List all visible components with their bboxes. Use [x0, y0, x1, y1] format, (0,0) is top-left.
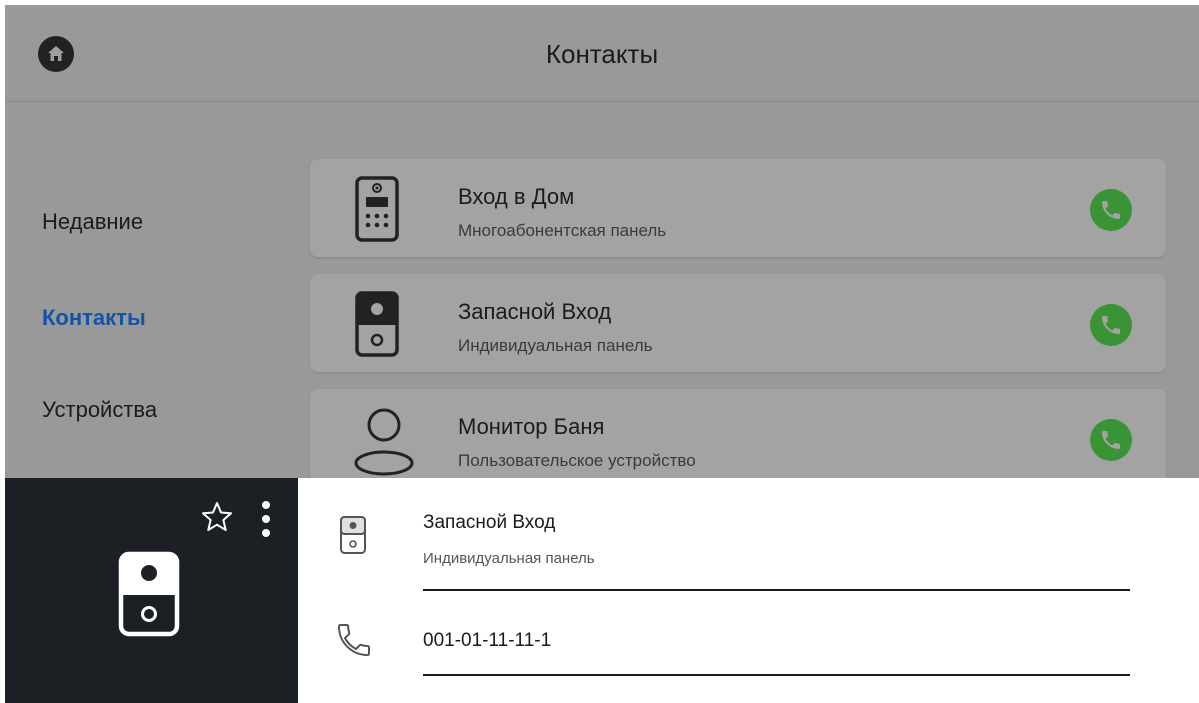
user-device-icon: [354, 408, 414, 476]
call-button[interactable]: [1090, 419, 1132, 461]
contact-name: Монитор Баня: [458, 414, 605, 439]
phone-icon: [1102, 201, 1120, 219]
divider: [423, 589, 1130, 591]
contact-type: Индивидуальная панель: [458, 336, 653, 355]
contact-card[interactable]: Монитор Баня Пользовательское устройство: [310, 389, 1166, 478]
individual-panel-icon: [340, 516, 366, 554]
detail-contact-name: Запасной Вход: [423, 512, 556, 533]
more-vertical-icon[interactable]: [261, 500, 271, 538]
contact-detail-header: [5, 478, 298, 703]
phone-icon: [1102, 431, 1120, 449]
phone-icon: [1102, 316, 1120, 334]
sidebar-item-recent[interactable]: Недавние: [42, 209, 143, 235]
contact-name: Вход в Дом: [458, 184, 575, 209]
multi-apartment-panel-icon: [355, 176, 399, 242]
contacts-screen: Контакты Недавние Контакты Устройства Вх…: [5, 5, 1199, 478]
page-title: Контакты: [545, 39, 659, 69]
star-outline-icon[interactable]: [200, 500, 234, 534]
top-bar: Контакты: [5, 5, 1199, 102]
sidebar-item-devices[interactable]: Устройства: [42, 397, 157, 423]
contact-card[interactable]: Запасной Вход Индивидуальная панель: [310, 274, 1166, 372]
call-button[interactable]: [1090, 304, 1132, 346]
call-button[interactable]: [1090, 189, 1132, 231]
contact-name: Запасной Вход: [458, 299, 612, 324]
individual-panel-icon: [118, 551, 180, 637]
detail-contact-type: Индивидуальная панель: [423, 550, 595, 567]
sidebar-item-contacts[interactable]: Контакты: [42, 305, 146, 331]
phone-outline-icon: [338, 624, 370, 656]
contact-type: Многоабонентская панель: [458, 221, 667, 240]
divider: [423, 674, 1130, 676]
contact-detail-body: Запасной Вход Индивидуальная панель 001-…: [298, 478, 1199, 703]
contact-type: Пользовательское устройство: [458, 451, 696, 470]
individual-panel-icon: [355, 291, 399, 357]
detail-phone-number[interactable]: 001-01-11-11-1: [423, 630, 551, 652]
contact-card[interactable]: Вход в Дом Многоабонентская панель: [310, 159, 1166, 257]
